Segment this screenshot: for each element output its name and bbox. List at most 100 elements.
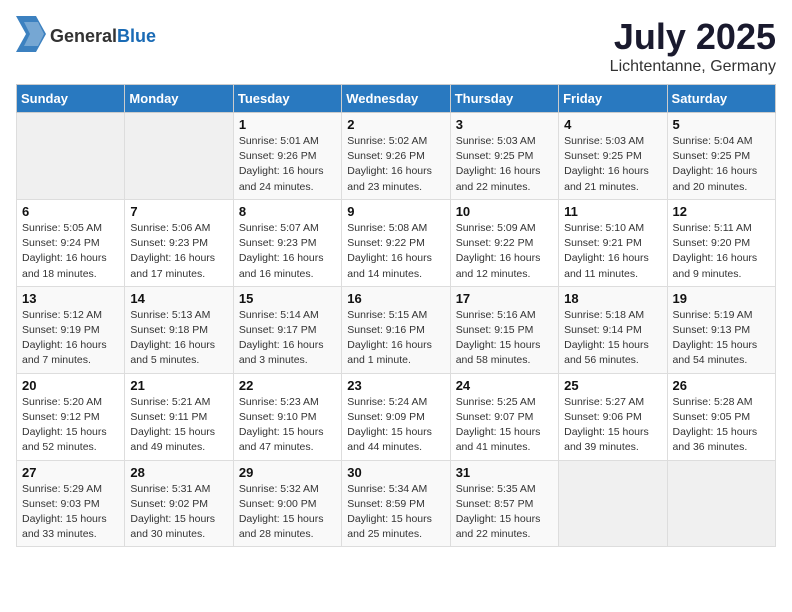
day-detail: Sunrise: 5:27 AM Sunset: 9:06 PM Dayligh…	[564, 395, 661, 456]
day-number: 14	[130, 291, 227, 306]
day-detail: Sunrise: 5:09 AM Sunset: 9:22 PM Dayligh…	[456, 221, 553, 282]
calendar-cell: 30Sunrise: 5:34 AM Sunset: 8:59 PM Dayli…	[342, 460, 450, 547]
calendar-cell: 9Sunrise: 5:08 AM Sunset: 9:22 PM Daylig…	[342, 199, 450, 286]
weekday-label: Thursday	[450, 85, 558, 113]
calendar-cell: 13Sunrise: 5:12 AM Sunset: 9:19 PM Dayli…	[17, 286, 125, 373]
day-detail: Sunrise: 5:01 AM Sunset: 9:26 PM Dayligh…	[239, 134, 336, 195]
weekday-header-row: SundayMondayTuesdayWednesdayThursdayFrid…	[17, 85, 776, 113]
day-detail: Sunrise: 5:21 AM Sunset: 9:11 PM Dayligh…	[130, 395, 227, 456]
calendar-cell	[125, 113, 233, 200]
calendar-cell: 23Sunrise: 5:24 AM Sunset: 9:09 PM Dayli…	[342, 373, 450, 460]
calendar-cell: 21 Sunrise: 5:21 AM Sunset: 9:11 PM Dayli…	[125, 373, 233, 460]
day-detail: Sunrise: 5:28 AM Sunset: 9:05 PM Dayligh…	[673, 395, 770, 456]
calendar-cell: 25Sunrise: 5:27 AM Sunset: 9:06 PM Dayli…	[559, 373, 667, 460]
day-detail: Sunrise: 5:18 AM Sunset: 9:14 PM Dayligh…	[564, 308, 661, 369]
calendar-week-row: 6 Sunrise: 5:05 AM Sunset: 9:24 PM Daylig…	[17, 199, 776, 286]
calendar-cell: 4 Sunrise: 5:03 AM Sunset: 9:25 PM Daylig…	[559, 113, 667, 200]
calendar-cell: 7 Sunrise: 5:06 AM Sunset: 9:23 PM Daylig…	[125, 199, 233, 286]
day-detail: Sunrise: 5:05 AM Sunset: 9:24 PM Dayligh…	[22, 221, 119, 282]
calendar-cell: 3Sunrise: 5:03 AM Sunset: 9:25 PM Daylig…	[450, 113, 558, 200]
day-number: 20	[22, 378, 119, 393]
day-detail: Sunrise: 5:35 AM Sunset: 8:57 PM Dayligh…	[456, 482, 553, 543]
day-detail: Sunrise: 5:11 AM Sunset: 9:20 PM Dayligh…	[673, 221, 770, 282]
day-number: 4	[564, 117, 661, 132]
day-detail: Sunrise: 5:31 AM Sunset: 9:02 PM Dayligh…	[130, 482, 227, 543]
calendar-cell	[559, 460, 667, 547]
calendar-cell: 24 Sunrise: 5:25 AM Sunset: 9:07 PM Dayli…	[450, 373, 558, 460]
day-detail: Sunrise: 5:03 AM Sunset: 9:25 PM Dayligh…	[456, 134, 553, 195]
day-detail: Sunrise: 5:08 AM Sunset: 9:22 PM Dayligh…	[347, 221, 444, 282]
day-number: 24	[456, 378, 553, 393]
day-number: 18	[564, 291, 661, 306]
day-detail: Sunrise: 5:04 AM Sunset: 9:25 PM Dayligh…	[673, 134, 770, 195]
day-number: 26	[673, 378, 770, 393]
calendar-table: SundayMondayTuesdayWednesdayThursdayFrid…	[16, 84, 776, 547]
calendar-cell: 20 Sunrise: 5:20 AM Sunset: 9:12 PM Dayli…	[17, 373, 125, 460]
calendar-cell: 6 Sunrise: 5:05 AM Sunset: 9:24 PM Daylig…	[17, 199, 125, 286]
page-header: GeneralBlue July 2025 Lichtentanne, Germ…	[16, 16, 776, 76]
day-number: 15	[239, 291, 336, 306]
logo-icon	[16, 16, 46, 57]
day-detail: Sunrise: 5:03 AM Sunset: 9:25 PM Dayligh…	[564, 134, 661, 195]
day-detail: Sunrise: 5:13 AM Sunset: 9:18 PM Dayligh…	[130, 308, 227, 369]
weekday-label: Saturday	[667, 85, 775, 113]
weekday-label: Sunday	[17, 85, 125, 113]
day-number: 12	[673, 204, 770, 219]
calendar-cell: 8 Sunrise: 5:07 AM Sunset: 9:23 PM Daylig…	[233, 199, 341, 286]
day-number: 7	[130, 204, 227, 219]
calendar-body: 1 Sunrise: 5:01 AM Sunset: 9:26 PM Daylig…	[17, 113, 776, 547]
calendar-cell: 15 Sunrise: 5:14 AM Sunset: 9:17 PM Dayli…	[233, 286, 341, 373]
day-detail: Sunrise: 5:06 AM Sunset: 9:23 PM Dayligh…	[130, 221, 227, 282]
day-number: 8	[239, 204, 336, 219]
calendar-cell: 27 Sunrise: 5:29 AM Sunset: 9:03 PM Dayli…	[17, 460, 125, 547]
calendar-cell: 17 Sunrise: 5:16 AM Sunset: 9:15 PM Dayli…	[450, 286, 558, 373]
day-number: 29	[239, 465, 336, 480]
day-detail: Sunrise: 5:34 AM Sunset: 8:59 PM Dayligh…	[347, 482, 444, 543]
calendar-cell: 2 Sunrise: 5:02 AM Sunset: 9:26 PM Daylig…	[342, 113, 450, 200]
day-number: 31	[456, 465, 553, 480]
day-number: 6	[22, 204, 119, 219]
day-detail: Sunrise: 5:20 AM Sunset: 9:12 PM Dayligh…	[22, 395, 119, 456]
day-number: 10	[456, 204, 553, 219]
calendar-cell: 19Sunrise: 5:19 AM Sunset: 9:13 PM Dayli…	[667, 286, 775, 373]
day-detail: Sunrise: 5:12 AM Sunset: 9:19 PM Dayligh…	[22, 308, 119, 369]
calendar-cell: 29Sunrise: 5:32 AM Sunset: 9:00 PM Dayli…	[233, 460, 341, 547]
weekday-label: Friday	[559, 85, 667, 113]
calendar-cell: 16 Sunrise: 5:15 AM Sunset: 9:16 PM Dayli…	[342, 286, 450, 373]
calendar-week-row: 13Sunrise: 5:12 AM Sunset: 9:19 PM Dayli…	[17, 286, 776, 373]
title-block: July 2025 Lichtentanne, Germany	[610, 16, 776, 76]
location-title: Lichtentanne, Germany	[610, 58, 776, 76]
day-number: 21	[130, 378, 227, 393]
calendar-cell: 10 Sunrise: 5:09 AM Sunset: 9:22 PM Dayli…	[450, 199, 558, 286]
day-detail: Sunrise: 5:14 AM Sunset: 9:17 PM Dayligh…	[239, 308, 336, 369]
calendar-week-row: 1 Sunrise: 5:01 AM Sunset: 9:26 PM Daylig…	[17, 113, 776, 200]
day-detail: Sunrise: 5:23 AM Sunset: 9:10 PM Dayligh…	[239, 395, 336, 456]
day-number: 2	[347, 117, 444, 132]
day-detail: Sunrise: 5:29 AM Sunset: 9:03 PM Dayligh…	[22, 482, 119, 543]
calendar-cell: 12 Sunrise: 5:11 AM Sunset: 9:20 PM Dayli…	[667, 199, 775, 286]
day-number: 16	[347, 291, 444, 306]
day-number: 23	[347, 378, 444, 393]
calendar-cell	[667, 460, 775, 547]
day-number: 5	[673, 117, 770, 132]
day-detail: Sunrise: 5:15 AM Sunset: 9:16 PM Dayligh…	[347, 308, 444, 369]
logo-blue: Blue	[117, 26, 156, 46]
day-number: 22	[239, 378, 336, 393]
calendar-cell: 26 Sunrise: 5:28 AM Sunset: 9:05 PM Dayli…	[667, 373, 775, 460]
day-number: 1	[239, 117, 336, 132]
calendar-cell: 1 Sunrise: 5:01 AM Sunset: 9:26 PM Daylig…	[233, 113, 341, 200]
day-number: 27	[22, 465, 119, 480]
day-number: 11	[564, 204, 661, 219]
logo: GeneralBlue	[16, 16, 156, 57]
calendar-week-row: 20 Sunrise: 5:20 AM Sunset: 9:12 PM Dayli…	[17, 373, 776, 460]
calendar-cell: 5 Sunrise: 5:04 AM Sunset: 9:25 PM Daylig…	[667, 113, 775, 200]
day-detail: Sunrise: 5:19 AM Sunset: 9:13 PM Dayligh…	[673, 308, 770, 369]
day-number: 17	[456, 291, 553, 306]
calendar-cell: 14 Sunrise: 5:13 AM Sunset: 9:18 PM Dayli…	[125, 286, 233, 373]
day-detail: Sunrise: 5:07 AM Sunset: 9:23 PM Dayligh…	[239, 221, 336, 282]
weekday-label: Tuesday	[233, 85, 341, 113]
day-detail: Sunrise: 5:02 AM Sunset: 9:26 PM Dayligh…	[347, 134, 444, 195]
day-detail: Sunrise: 5:16 AM Sunset: 9:15 PM Dayligh…	[456, 308, 553, 369]
day-detail: Sunrise: 5:25 AM Sunset: 9:07 PM Dayligh…	[456, 395, 553, 456]
day-number: 28	[130, 465, 227, 480]
